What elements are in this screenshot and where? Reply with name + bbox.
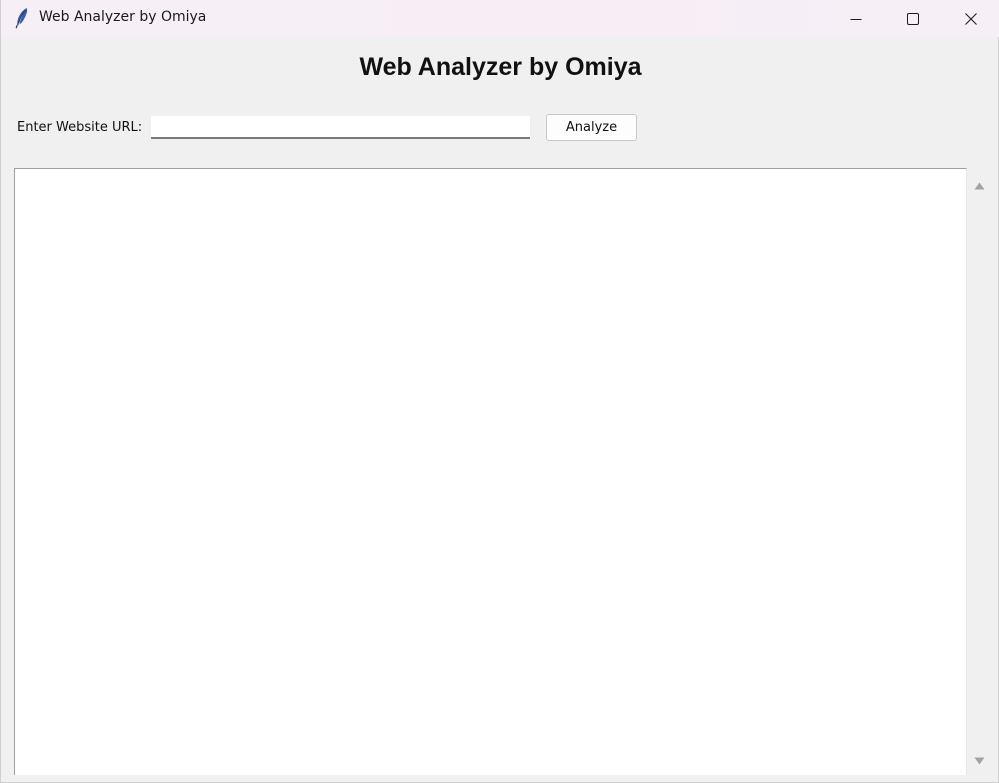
output-scrollbar[interactable]	[969, 168, 990, 775]
url-label: Enter Website URL:	[17, 120, 143, 135]
url-input[interactable]	[151, 116, 530, 139]
close-icon	[965, 12, 977, 25]
maximize-button[interactable]	[884, 0, 942, 37]
scroll-down-arrow-icon[interactable]	[974, 750, 985, 769]
close-button[interactable]	[942, 0, 999, 37]
window-title: Web Analyzer by Omiya	[39, 9, 207, 25]
scroll-up-arrow-icon[interactable]	[974, 175, 985, 194]
title-bar[interactable]: Web Analyzer by Omiya	[1, 0, 999, 37]
analyze-button[interactable]: Analyze	[546, 114, 637, 141]
output-text-area[interactable]	[14, 168, 967, 775]
page-title: Web Analyzer by Omiya	[359, 53, 642, 81]
feather-icon	[14, 7, 30, 29]
minimize-button[interactable]	[827, 0, 885, 37]
app-window: Web Analyzer by Omiya Web Analyzer by Om…	[0, 0, 999, 783]
minimize-icon	[850, 13, 862, 25]
maximize-icon	[907, 12, 919, 25]
